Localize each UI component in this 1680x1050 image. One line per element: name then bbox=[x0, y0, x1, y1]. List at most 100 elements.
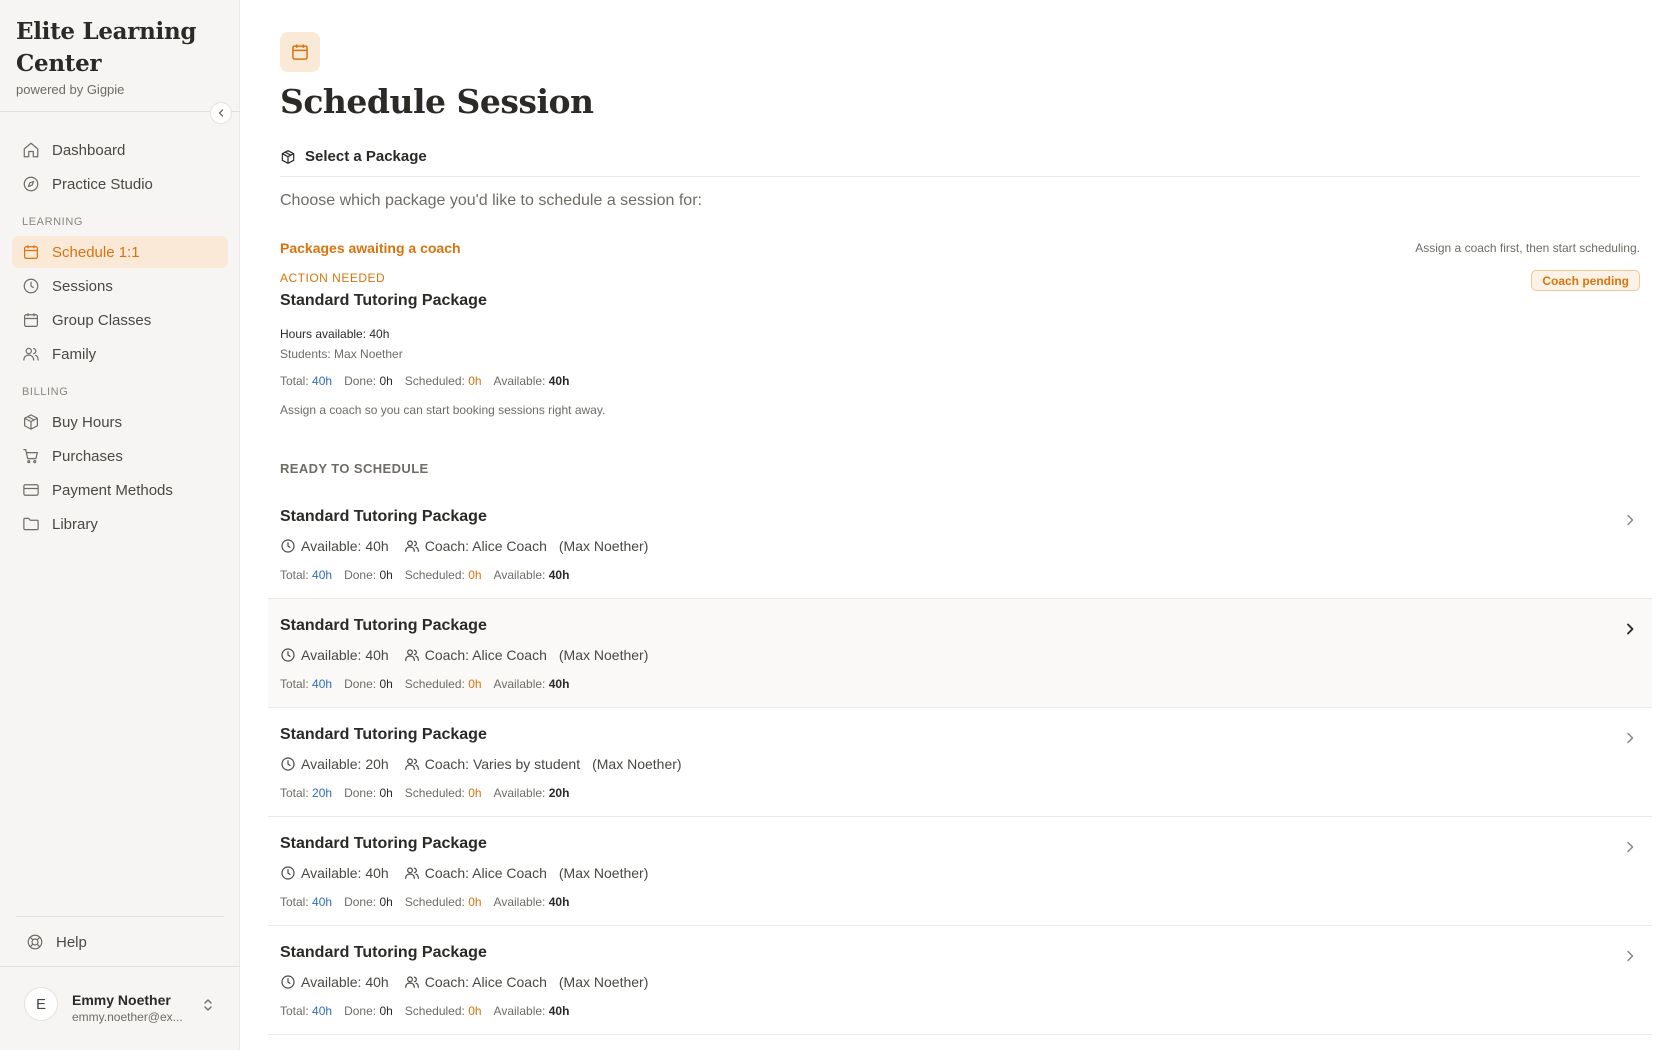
stat-label: Scheduled: bbox=[404, 895, 465, 909]
stat-scheduled: 0h bbox=[468, 374, 482, 388]
package-meta: Available: 40h Coach: Alice Coach (Max N… bbox=[280, 647, 648, 663]
stat-label: Available: bbox=[493, 895, 546, 909]
sidebar-item-dashboard[interactable]: Dashboard bbox=[12, 134, 228, 166]
stat-done: 0h bbox=[379, 786, 393, 800]
stat-total: 40h bbox=[312, 895, 333, 909]
folder-icon bbox=[23, 517, 39, 531]
package-row[interactable]: Standard Tutoring Package Available: 40h… bbox=[268, 599, 1652, 708]
stat-done: 0h bbox=[379, 568, 393, 582]
chevron-right-icon bbox=[1627, 732, 1634, 744]
life-buoy-icon bbox=[27, 934, 43, 950]
stat-label: Done: bbox=[344, 374, 377, 388]
clock-icon bbox=[281, 866, 295, 880]
package-available: Available: 40h bbox=[301, 865, 389, 881]
package-row[interactable]: Standard Tutoring Package Available: 20h… bbox=[268, 708, 1652, 817]
sidebar-item-group-classes[interactable]: Group Classes bbox=[12, 304, 228, 336]
sidebar-item-sessions[interactable]: Sessions bbox=[12, 270, 228, 302]
stat-scheduled: 0h bbox=[468, 568, 482, 582]
sidebar-item-buy-hours[interactable]: Buy Hours bbox=[12, 406, 228, 438]
stat-available: 40h bbox=[548, 568, 570, 582]
awaiting-hint: Assign a coach first, then start schedul… bbox=[1415, 241, 1640, 255]
clock-icon bbox=[281, 757, 295, 771]
sidebar-item-label: Payment Methods bbox=[52, 481, 173, 499]
stat-label: Done: bbox=[344, 677, 377, 691]
package-meta: Available: 40h Coach: Alice Coach (Max N… bbox=[280, 974, 648, 990]
stat-label: Available: bbox=[493, 786, 546, 800]
stat-label: Done: bbox=[344, 895, 377, 909]
sidebar-item-label: Purchases bbox=[52, 447, 123, 465]
sidebar-item-label: Schedule 1:1 bbox=[52, 243, 140, 261]
stat-total: 40h bbox=[312, 1004, 333, 1018]
stat-label: Total: bbox=[280, 895, 309, 909]
step-header: Select a Package bbox=[280, 148, 427, 165]
user-menu[interactable]: E Emmy Noether emmy.noether@ex... bbox=[0, 966, 240, 1050]
package-row[interactable]: Standard Tutoring Package Available: 40h… bbox=[268, 817, 1652, 926]
package-row[interactable]: Standard Tutoring Package Available: 40h… bbox=[268, 926, 1652, 1035]
page-icon bbox=[280, 32, 320, 72]
chevron-right-icon bbox=[1627, 841, 1634, 853]
package-icon bbox=[24, 414, 38, 430]
chevrons-up-down-icon[interactable] bbox=[200, 997, 216, 1013]
package-name: Standard Tutoring Package bbox=[280, 944, 487, 961]
stat-label: Scheduled: bbox=[404, 568, 465, 582]
stat-done: 0h bbox=[379, 895, 393, 909]
sidebar-item-family[interactable]: Family bbox=[12, 338, 228, 370]
package-list: Standard Tutoring Package Available: 40h… bbox=[268, 490, 1652, 1035]
awaiting-note: Assign a coach so you can start booking … bbox=[280, 403, 606, 417]
step-title: Select a Package bbox=[305, 148, 427, 165]
stat-label: Scheduled: bbox=[404, 374, 465, 388]
awaiting-section-title: Packages awaiting a coach bbox=[280, 240, 461, 256]
package-coach: Coach: Alice Coach bbox=[424, 538, 547, 554]
chevron-right-icon bbox=[1627, 514, 1634, 526]
package-stats: Total: 20h Done: 0h Scheduled: 0h Availa… bbox=[280, 786, 581, 800]
stat-total: 40h bbox=[312, 677, 333, 691]
sidebar: Elite Learning Center powered by Gigpie … bbox=[0, 0, 240, 1050]
intro-text: Choose which package you'd like to sched… bbox=[280, 192, 702, 209]
package-coach: Coach: Alice Coach bbox=[424, 647, 547, 663]
package-available: Available: 40h bbox=[301, 538, 389, 554]
stat-available: 40h bbox=[548, 895, 570, 909]
awaiting-students: Students: Max Noether bbox=[280, 347, 403, 361]
sidebar-item-payment-methods[interactable]: Payment Methods bbox=[12, 474, 228, 506]
stat-label: Available: bbox=[493, 1004, 546, 1018]
awaiting-hours-available: Hours available: 40h bbox=[280, 327, 390, 341]
package-meta: Available: 40h Coach: Alice Coach (Max N… bbox=[280, 865, 648, 881]
package-stats: Total: 40h Done: 0h Scheduled: 0h Availa… bbox=[280, 568, 581, 582]
sidebar-item-purchases[interactable]: Purchases bbox=[12, 440, 228, 472]
help-link[interactable]: Help bbox=[16, 917, 224, 967]
package-coach: Coach: Alice Coach bbox=[424, 865, 547, 881]
stat-label: Scheduled: bbox=[404, 1004, 465, 1018]
sidebar-item-label: Group Classes bbox=[52, 311, 152, 329]
stat-available: 20h bbox=[548, 786, 570, 800]
stat-label: Done: bbox=[344, 568, 377, 582]
stat-total: 20h bbox=[312, 786, 333, 800]
sidebar-item-library[interactable]: Library bbox=[12, 508, 228, 540]
package-name: Standard Tutoring Package bbox=[280, 508, 487, 525]
clock-icon bbox=[281, 539, 295, 553]
status-badge: Coach pending bbox=[1531, 270, 1640, 291]
brand-title: Elite Learning Center bbox=[16, 18, 197, 77]
page-title: Schedule Session bbox=[280, 82, 594, 121]
chevron-left-icon bbox=[218, 109, 224, 117]
help-section: Help bbox=[16, 916, 224, 967]
stat-available: 40h bbox=[548, 1004, 570, 1018]
help-label: Help bbox=[56, 933, 87, 951]
chevron-right-icon bbox=[1627, 950, 1634, 962]
package-name: Standard Tutoring Package bbox=[280, 617, 487, 634]
nav-section-learning: LEARNING bbox=[22, 216, 84, 228]
sidebar-item-label: Buy Hours bbox=[52, 413, 123, 431]
clock-icon bbox=[23, 278, 39, 294]
collapse-sidebar-button[interactable] bbox=[210, 102, 232, 124]
home-icon bbox=[23, 142, 39, 158]
sidebar-item-label: Dashboard bbox=[52, 141, 126, 159]
user-name: Emmy Noether bbox=[72, 992, 171, 1008]
cart-icon bbox=[23, 449, 38, 464]
stat-done: 0h bbox=[379, 1004, 393, 1018]
sidebar-item-practice-studio[interactable]: Practice Studio bbox=[12, 168, 228, 200]
package-available: Available: 40h bbox=[301, 974, 389, 990]
sidebar-item-schedule[interactable]: Schedule 1:1 bbox=[12, 236, 228, 268]
package-row[interactable]: Standard Tutoring Package Available: 40h… bbox=[268, 490, 1652, 599]
package-student: (Max Noether) bbox=[558, 974, 649, 990]
user-email: emmy.noether@ex... bbox=[72, 1010, 183, 1024]
clock-icon bbox=[281, 975, 295, 989]
